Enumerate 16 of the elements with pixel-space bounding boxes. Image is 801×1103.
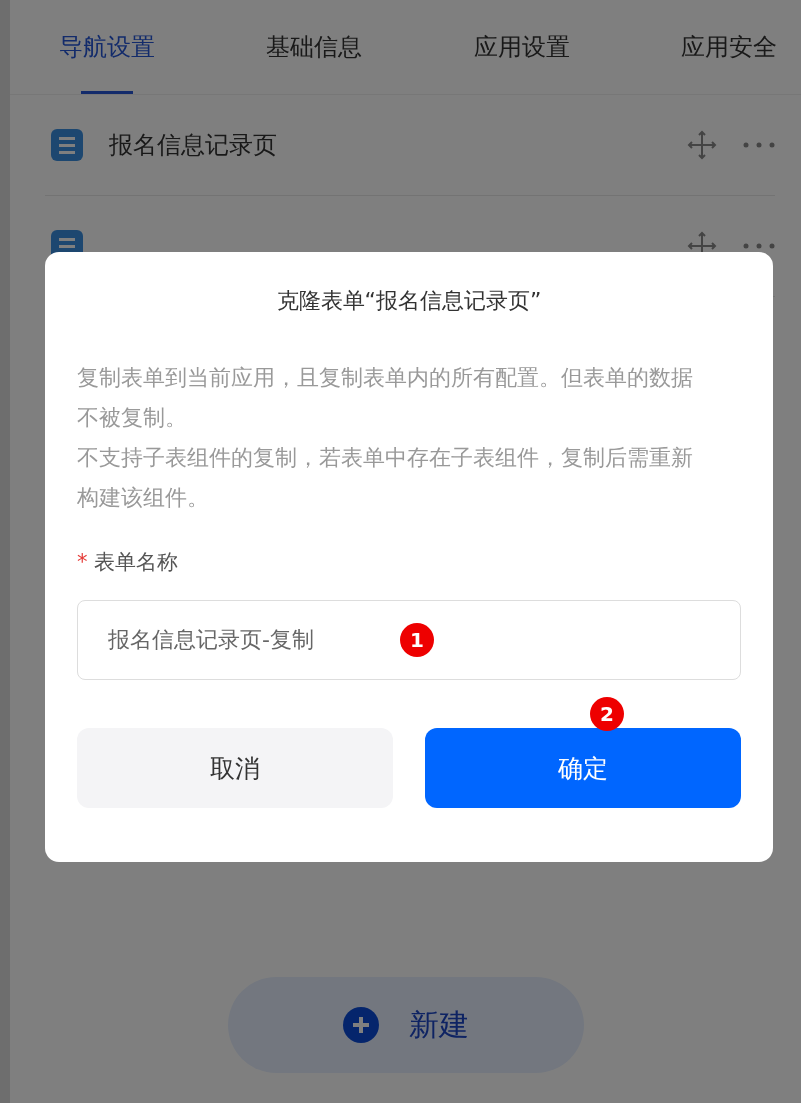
confirm-button[interactable]: 确定 (425, 728, 741, 808)
nav-item-title[interactable]: 报名信息记录页 (109, 129, 661, 161)
form-icon (51, 129, 83, 161)
dialog-description: 不支持子表组件的复制，若表单中存在子表组件，复制后需重新构建该组件。 (77, 444, 694, 512)
field-label: * 表单名称 (77, 549, 179, 576)
tab[interactable]: 应用安全 (677, 0, 781, 94)
new-button[interactable]: 新建 (227, 977, 584, 1073)
cancel-button[interactable]: 取消 (77, 728, 393, 808)
tab[interactable]: 导航设置 (55, 0, 159, 94)
dialog-title: 克隆表单“报名信息记录页” (275, 287, 543, 315)
plus-circle-icon (342, 1007, 379, 1043)
tab[interactable]: 基础信息 (262, 0, 367, 94)
dialog-description: 复制表单到当前应用，且复制表单内的所有配置。但表单的数据不被复制。 (77, 364, 694, 432)
more-icon[interactable] (743, 142, 775, 148)
more-icon[interactable] (743, 243, 775, 249)
tab[interactable]: 应用设置 (469, 0, 574, 94)
